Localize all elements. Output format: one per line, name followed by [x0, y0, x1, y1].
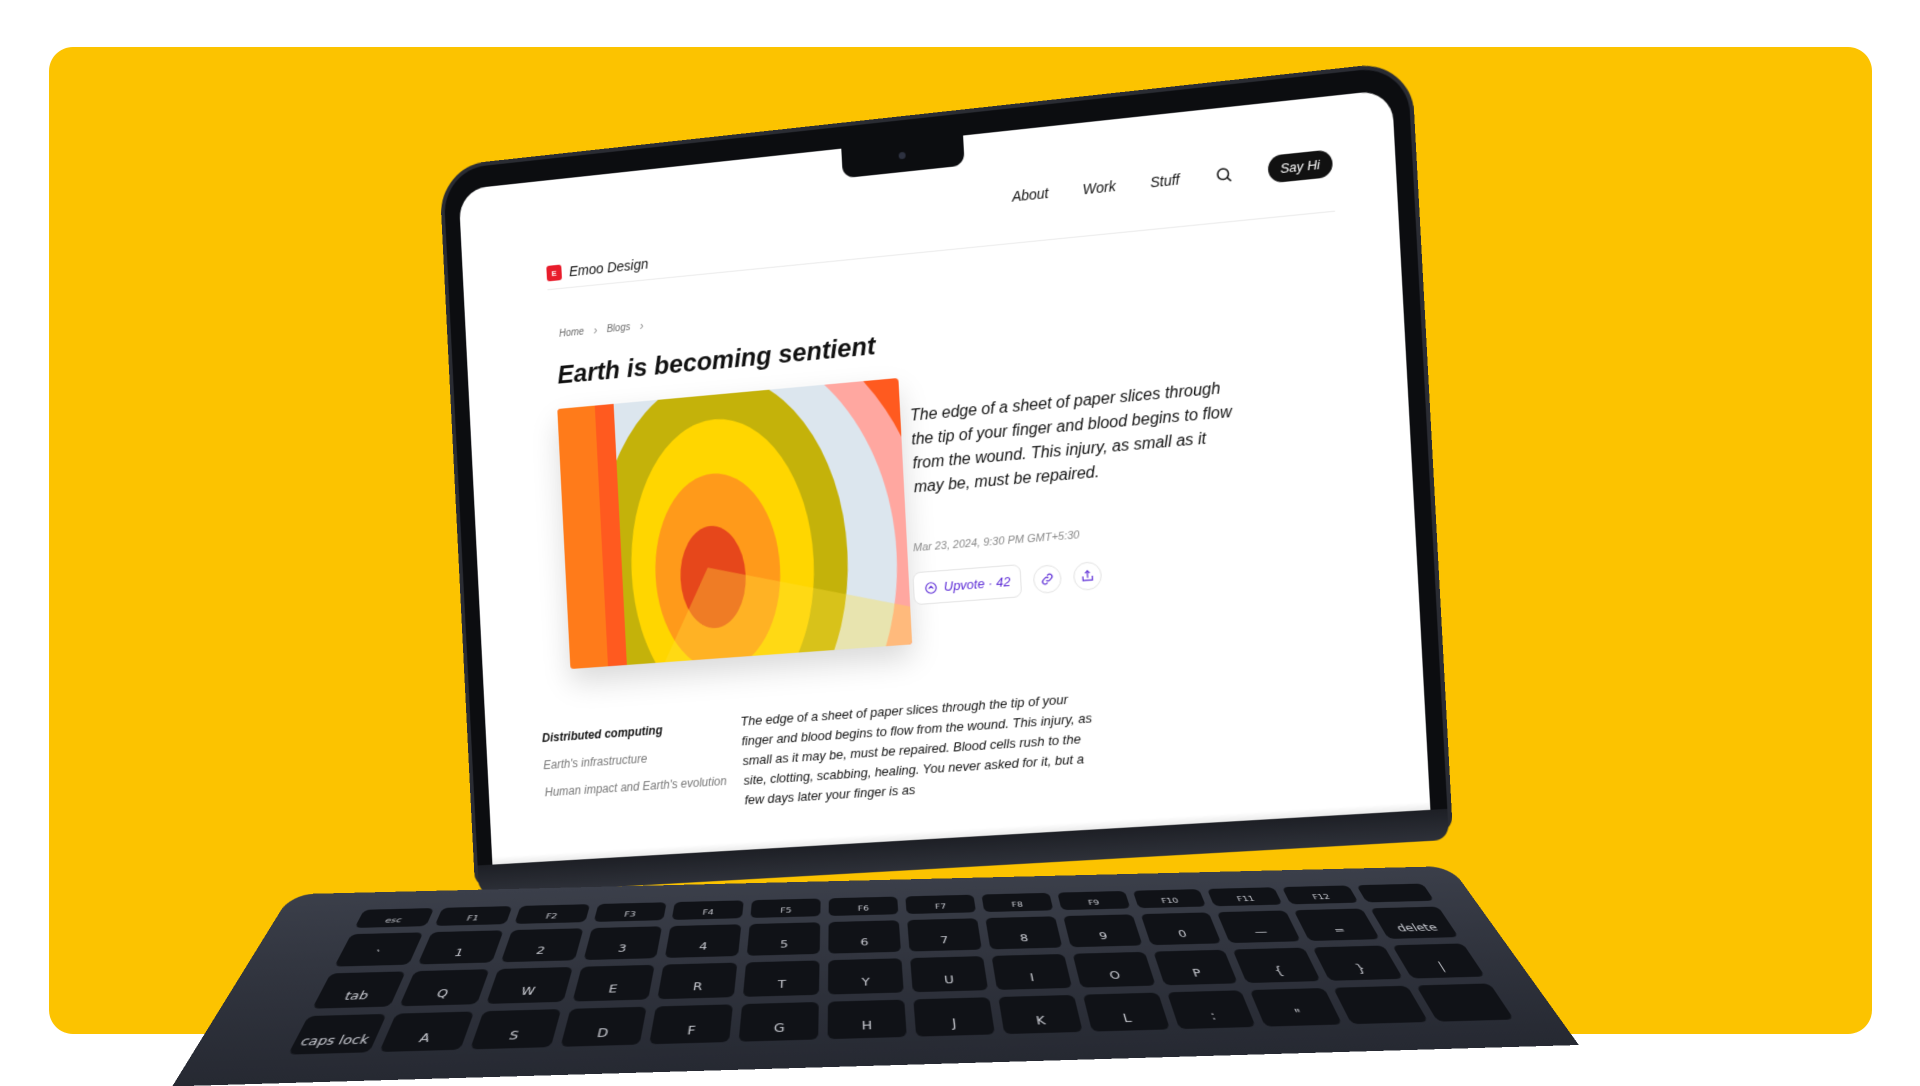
- key[interactable]: 9: [1063, 914, 1142, 947]
- key[interactable]: F: [650, 1004, 734, 1044]
- key[interactable]: J: [913, 997, 995, 1036]
- key[interactable]: E: [572, 965, 655, 1002]
- article-actions: Upvote · 42: [912, 558, 1102, 605]
- share-icon: [1080, 568, 1095, 583]
- key[interactable]: {: [1233, 948, 1321, 983]
- toc-item[interactable]: Human impact and Earth's evolution: [544, 774, 734, 800]
- keyboard-deck: esc F1 F2 F3 F4 F5 F6 F7 F8 F9 F10 F11 F…: [172, 866, 1579, 1086]
- key[interactable]: F4: [672, 900, 744, 920]
- nav-link-about[interactable]: About: [1011, 184, 1048, 204]
- caps-lock-key[interactable]: caps lock: [288, 1014, 387, 1055]
- touch-id-key[interactable]: [1357, 884, 1435, 903]
- chevron-right-icon: ›: [593, 323, 597, 337]
- upvote-label: Upvote · 42: [943, 574, 1010, 594]
- key[interactable]: F2: [514, 904, 590, 924]
- nav-menu: About Work Stuff Say Hi: [1011, 149, 1333, 209]
- share-button[interactable]: [1073, 560, 1103, 590]
- delete-key[interactable]: delete: [1370, 907, 1458, 939]
- key[interactable]: =: [1294, 909, 1380, 941]
- key[interactable]: F9: [1057, 891, 1130, 910]
- keyboard: esc F1 F2 F3 F4 F5 F6 F7 F8 F9 F10 F11 F…: [288, 884, 1514, 1055]
- key[interactable]: `: [334, 932, 423, 966]
- key[interactable]: ": [1250, 988, 1343, 1027]
- key[interactable]: F6: [829, 897, 899, 916]
- chevron-right-icon: ›: [639, 319, 643, 333]
- key[interactable]: 7: [907, 918, 982, 951]
- key[interactable]: 5: [747, 922, 820, 956]
- article-date: Mar 23, 2024, 9:30 PM GMT+5:30: [913, 529, 1080, 554]
- key[interactable]: 4: [665, 924, 741, 958]
- upvote-button[interactable]: Upvote · 42: [912, 564, 1022, 605]
- key[interactable]: L: [1083, 993, 1170, 1032]
- link-icon: [1040, 571, 1055, 586]
- key[interactable]: I: [991, 954, 1071, 990]
- nav-link-work[interactable]: Work: [1082, 177, 1116, 197]
- key[interactable]: [1333, 986, 1428, 1024]
- tab-key[interactable]: tab: [312, 971, 406, 1008]
- key[interactable]: O: [1072, 952, 1155, 988]
- key[interactable]: S: [470, 1009, 561, 1049]
- key[interactable]: D: [560, 1007, 647, 1047]
- breadcrumb: Home › Blogs ›: [559, 319, 644, 341]
- table-of-contents: Distributed computing Earth's infrastruc…: [542, 719, 735, 813]
- key[interactable]: F3: [593, 902, 667, 922]
- search-icon[interactable]: [1214, 164, 1233, 184]
- key[interactable]: [1416, 983, 1514, 1021]
- key[interactable]: P: [1153, 950, 1239, 986]
- key[interactable]: —: [1217, 910, 1301, 943]
- toc-item[interactable]: Earth's infrastructure: [543, 746, 733, 772]
- key[interactable]: :: [1167, 990, 1257, 1029]
- key[interactable]: 3: [583, 926, 662, 960]
- breadcrumb-home[interactable]: Home: [559, 326, 585, 339]
- key[interactable]: F11: [1207, 887, 1282, 906]
- nav-link-stuff[interactable]: Stuff: [1150, 171, 1180, 190]
- article-excerpt: The edge of a sheet of paper slices thro…: [910, 376, 1237, 500]
- arrow-up-circle-icon: [924, 580, 939, 595]
- key[interactable]: F10: [1132, 889, 1206, 908]
- key[interactable]: F5: [751, 898, 821, 917]
- key[interactable]: G: [739, 1002, 819, 1042]
- key[interactable]: |: [1392, 943, 1485, 978]
- key[interactable]: esc: [355, 908, 435, 928]
- camera-icon: [899, 152, 906, 160]
- key[interactable]: 2: [500, 928, 583, 962]
- key[interactable]: T: [743, 960, 820, 996]
- site-nav: E Emoo Design About Work Stuff Say Hi: [545, 149, 1336, 289]
- key[interactable]: 0: [1140, 912, 1222, 945]
- article-title: Earth is becoming sentient: [557, 330, 876, 390]
- key[interactable]: W: [486, 967, 573, 1004]
- key[interactable]: R: [658, 963, 738, 1000]
- brand[interactable]: E Emoo Design: [546, 256, 648, 282]
- key[interactable]: K: [998, 995, 1082, 1034]
- breadcrumb-blogs[interactable]: Blogs: [606, 322, 630, 335]
- toc-item[interactable]: Distributed computing: [542, 719, 732, 745]
- key[interactable]: A: [379, 1011, 474, 1052]
- laptop-screen: E Emoo Design About Work Stuff Say Hi Ho…: [459, 89, 1431, 864]
- say-hi-button[interactable]: Say Hi: [1267, 149, 1333, 183]
- hero-image: [557, 378, 912, 669]
- key[interactable]: }: [1313, 946, 1403, 981]
- key[interactable]: F8: [981, 893, 1053, 912]
- key[interactable]: Q: [399, 969, 489, 1006]
- key[interactable]: 8: [985, 916, 1062, 949]
- laptop-lid: E Emoo Design About Work Stuff Say Hi Ho…: [443, 65, 1452, 941]
- key[interactable]: F7: [905, 895, 976, 914]
- brand-name: Emoo Design: [569, 256, 649, 280]
- key[interactable]: 6: [828, 920, 900, 953]
- key[interactable]: Y: [828, 958, 904, 994]
- key[interactable]: F1: [434, 906, 512, 926]
- key[interactable]: U: [910, 956, 988, 992]
- brand-logo-icon: E: [546, 265, 562, 282]
- key[interactable]: F12: [1282, 885, 1359, 904]
- key[interactable]: H: [828, 1000, 907, 1040]
- article-body: The edge of a sheet of paper slices thro…: [740, 688, 1100, 811]
- abstract-rings-image: [557, 378, 912, 669]
- key[interactable]: 1: [418, 930, 504, 964]
- copy-link-button[interactable]: [1033, 563, 1063, 593]
